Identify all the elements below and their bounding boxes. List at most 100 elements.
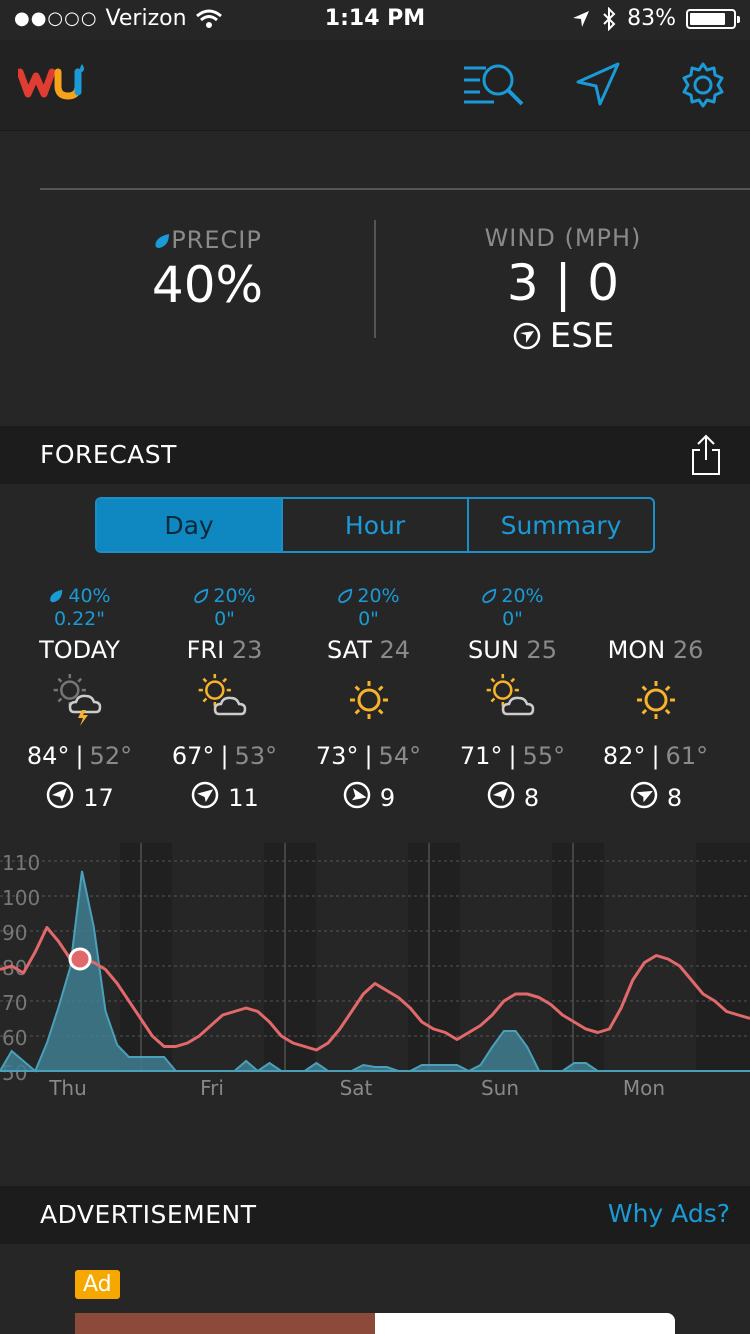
tab-summary[interactable]: Summary xyxy=(469,499,653,551)
night-band xyxy=(120,843,172,1071)
precip-label: PRECIP xyxy=(0,226,415,254)
wind-direction-text: ESE xyxy=(549,316,615,356)
day-name: SAT 24 xyxy=(296,636,441,672)
day-number: 24 xyxy=(379,636,411,664)
precip-amount: 0" xyxy=(214,608,235,630)
day-name: MON 26 xyxy=(583,636,728,672)
bluetooth-icon xyxy=(603,6,616,31)
ad-image[interactable] xyxy=(75,1313,375,1334)
current-time-marker xyxy=(68,947,92,971)
ad-panel[interactable] xyxy=(375,1313,675,1334)
temperature-range: 71° | 55° xyxy=(440,734,585,778)
wind-speed-text: 17 xyxy=(83,784,114,812)
battery-percent: 83% xyxy=(627,6,676,31)
day-label: TODAY xyxy=(39,636,120,664)
raindrop-icon xyxy=(50,589,63,603)
temperature-range: 82° | 61° xyxy=(583,734,728,778)
wind-direction-icon xyxy=(629,780,659,816)
wind-direction-icon xyxy=(513,322,540,350)
thunderstorm-icon xyxy=(7,672,152,728)
wind-direction-icon xyxy=(342,780,372,816)
wind-speed-text: 9 xyxy=(379,784,396,812)
day-name: SUN 25 xyxy=(440,636,585,672)
temp-separator: | xyxy=(364,742,373,770)
low-temp: 53° xyxy=(234,742,278,770)
temp-separator: | xyxy=(75,742,84,770)
search-list-icon[interactable] xyxy=(462,60,524,110)
temperature-range: 73° | 54° xyxy=(296,734,441,778)
precip-amount: 0" xyxy=(502,608,523,630)
night-band xyxy=(696,843,750,1071)
wind-speed: 8 xyxy=(440,778,585,818)
night-band xyxy=(552,843,604,1071)
precip-amount: 0" xyxy=(358,608,379,630)
forecast-day-column[interactable]: 20% 0" FRI 23 67° | 53° 11 xyxy=(152,584,297,818)
location-arrow-icon xyxy=(573,10,590,27)
wind-speed-text: 8 xyxy=(523,784,540,812)
y-tick-label: 90 xyxy=(2,921,27,945)
wind-speed: 11 xyxy=(152,778,297,818)
tab-hour[interactable]: Hour xyxy=(283,499,469,551)
precip-amount xyxy=(583,608,728,636)
settings-gear-icon[interactable] xyxy=(678,60,738,110)
precip-label-text: PRECIP xyxy=(171,226,262,254)
temperature-range: 84° | 52° xyxy=(7,734,152,778)
day-label: SAT xyxy=(326,636,372,664)
battery-icon xyxy=(686,8,740,29)
status-right: 83% xyxy=(571,6,740,31)
day-label: FRI xyxy=(186,636,225,664)
precip-amount: 0.22" xyxy=(53,608,106,630)
forecast-day-column[interactable]: 20% 0" SAT 24 73° | 54° 9 xyxy=(296,584,441,818)
location-icon[interactable] xyxy=(574,60,634,110)
high-temp: 71° xyxy=(459,742,503,770)
forecast-view-tabs: Day Hour Summary xyxy=(95,497,655,553)
y-tick-label: 110 xyxy=(2,851,40,875)
precip-chance: 20% xyxy=(152,584,297,608)
wind-direction-icon xyxy=(45,780,75,816)
day-label: SUN xyxy=(468,636,519,664)
high-temp: 73° xyxy=(315,742,359,770)
precip-value: 40% xyxy=(151,256,264,314)
ad-title: ADVERTISEMENT xyxy=(40,1200,257,1229)
forecast-header: FORECAST xyxy=(0,426,750,484)
raindrop-icon xyxy=(482,588,497,604)
x-tick-label: Sat xyxy=(340,1076,373,1100)
wind-speed: 17 xyxy=(7,778,152,818)
forecast-day-column[interactable]: 40% 0.22" TODAY 84° | 52° 17 xyxy=(7,584,152,818)
temp-separator: | xyxy=(508,742,517,770)
forecast-day-column[interactable]: MON 26 82° | 61° 8 xyxy=(583,584,728,818)
precip-chance-text: 40% xyxy=(68,585,111,607)
partly-cloudy-icon xyxy=(440,672,585,728)
high-temp: 82° xyxy=(602,742,646,770)
ad-badge: Ad xyxy=(75,1270,120,1299)
forecast-chart: 1101009080706050Thu Fri Sat Sun Mon xyxy=(0,843,750,1100)
low-temp: 61° xyxy=(665,742,709,770)
day-name: TODAY xyxy=(7,636,152,672)
precip-chance-text: 20% xyxy=(357,585,400,607)
wind-direction-icon xyxy=(486,780,516,816)
forecast-day-column[interactable]: 20% 0" SUN 25 71° | 55° 8 xyxy=(440,584,585,818)
night-band xyxy=(264,843,316,1071)
wind-speed-text: 11 xyxy=(228,784,259,812)
status-bar: ●●○○○ Verizon 1:14 PM 83% xyxy=(0,0,750,40)
raindrop-icon xyxy=(338,588,353,604)
y-tick-label: 100 xyxy=(2,886,40,910)
sunny-icon xyxy=(583,672,728,728)
nav-bar xyxy=(0,40,750,131)
precip-chance: 20% xyxy=(296,584,441,608)
day-number: 25 xyxy=(526,636,557,664)
share-icon[interactable] xyxy=(690,434,722,476)
divider xyxy=(40,188,750,190)
wu-logo[interactable] xyxy=(16,62,88,112)
wind-speed-text: 8 xyxy=(666,784,683,812)
tab-day[interactable]: Day xyxy=(97,499,283,551)
precip-chance: 40% xyxy=(7,584,152,608)
day-name: FRI 23 xyxy=(152,636,297,672)
why-ads-link[interactable]: Why Ads? xyxy=(608,1199,730,1228)
ad-header: ADVERTISEMENT Why Ads? xyxy=(0,1186,750,1244)
y-tick-label: 70 xyxy=(2,991,27,1015)
wind-direction-icon xyxy=(190,780,220,816)
high-temp: 84° xyxy=(26,742,70,770)
y-tick-label: 60 xyxy=(2,1026,27,1050)
temperature-range: 67° | 53° xyxy=(152,734,297,778)
